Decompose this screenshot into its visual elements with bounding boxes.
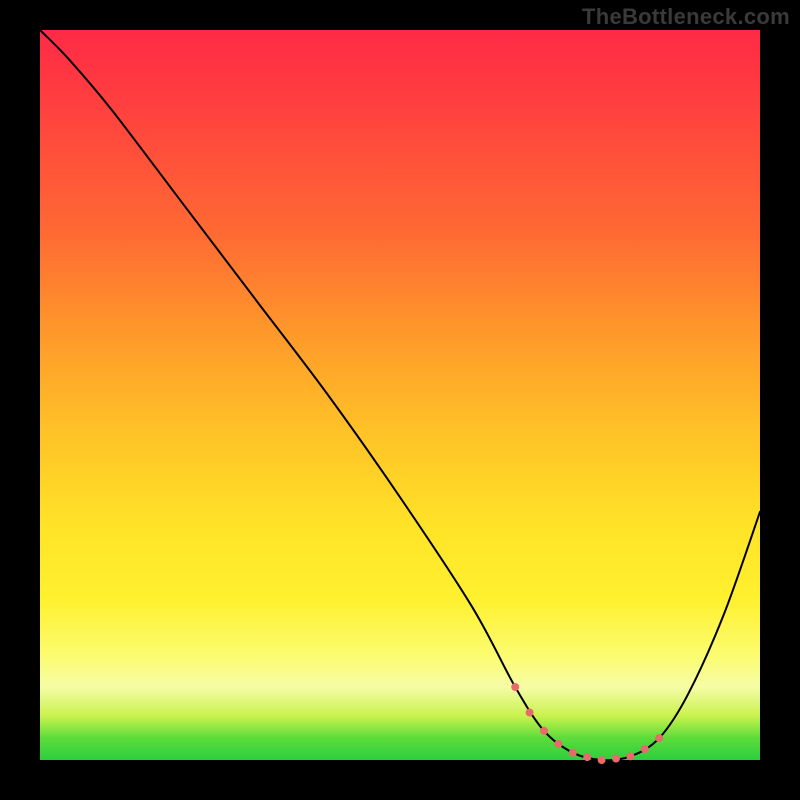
plot-area: [40, 30, 760, 760]
optimal-marker: [554, 740, 562, 748]
curve-layer: [40, 30, 760, 760]
optimal-marker: [626, 752, 634, 760]
chart-frame: TheBottleneck.com: [0, 0, 800, 800]
optimal-marker: [540, 727, 548, 735]
bottleneck-curve: [40, 30, 760, 760]
optimal-marker: [583, 753, 591, 761]
optimal-marker: [598, 756, 606, 764]
optimal-marker: [511, 683, 519, 691]
optimal-marker: [569, 749, 577, 757]
watermark-label: TheBottleneck.com: [582, 4, 790, 30]
optimal-marker: [655, 734, 663, 742]
optimal-marker: [641, 745, 649, 753]
optimal-marker: [612, 755, 620, 763]
plot-inner: [40, 30, 760, 760]
optimal-marker: [526, 709, 534, 717]
